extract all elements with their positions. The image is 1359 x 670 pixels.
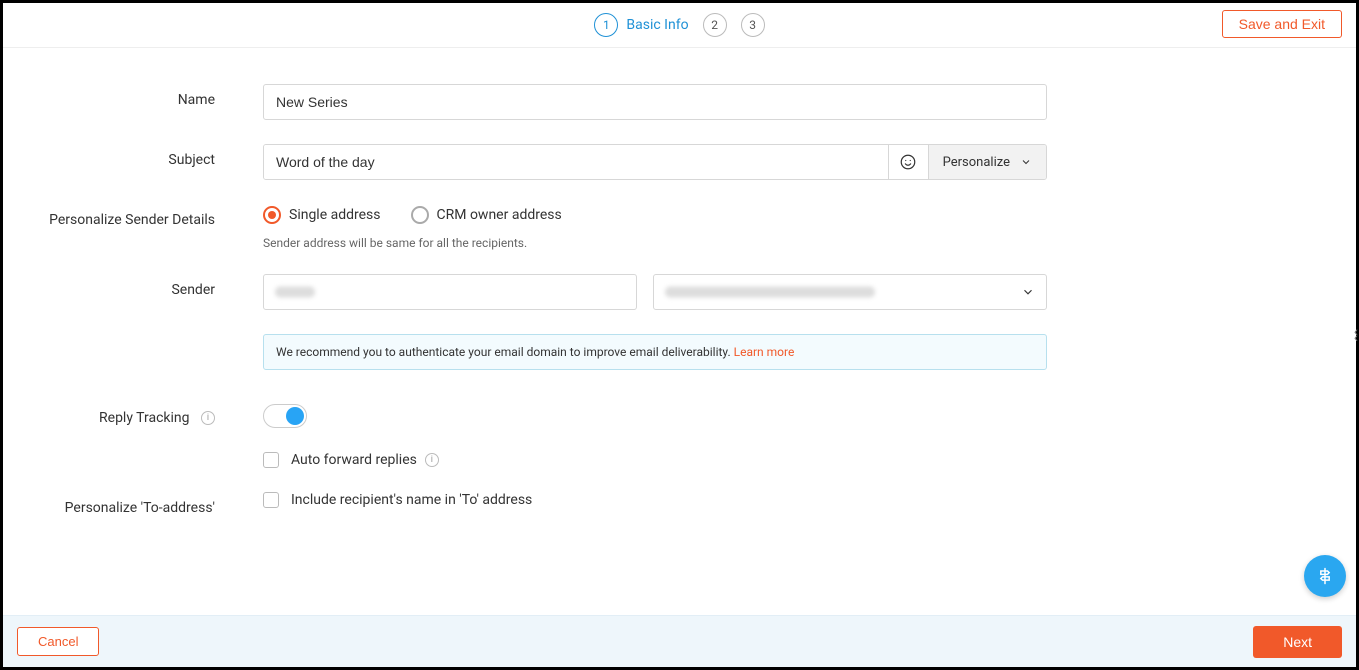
row-name: Name bbox=[3, 84, 1356, 120]
emoji-icon[interactable] bbox=[888, 145, 928, 179]
redacted-mask bbox=[665, 287, 875, 298]
include-recipient-checkbox[interactable] bbox=[263, 492, 279, 508]
next-button[interactable]: Next bbox=[1253, 626, 1342, 658]
name-input[interactable] bbox=[263, 84, 1047, 120]
form-main: Name Subject bbox=[3, 48, 1356, 615]
label-sender: Sender bbox=[3, 274, 263, 298]
step-1-circle: 1 bbox=[594, 13, 618, 37]
radio-single-label: Single address bbox=[289, 207, 381, 223]
wizard-steps: 1 Basic Info 2 3 bbox=[594, 13, 764, 37]
cancel-button[interactable]: Cancel bbox=[17, 627, 99, 656]
personalize-label: Personalize bbox=[943, 155, 1010, 170]
row-reply-tracking: Reply Tracking i bbox=[3, 402, 1356, 428]
step-1-label: Basic Info bbox=[626, 17, 688, 33]
wizard-footer: Cancel Next bbox=[3, 615, 1356, 667]
personalize-dropdown[interactable]: Personalize bbox=[928, 145, 1046, 179]
row-auto-forward: Auto forward replies i bbox=[3, 452, 1356, 468]
wizard-step-3[interactable]: 3 bbox=[741, 13, 765, 37]
reply-tracking-text: Reply Tracking bbox=[99, 410, 190, 426]
auto-forward-checkbox[interactable] bbox=[263, 452, 279, 468]
label-to-address: Personalize 'To-address' bbox=[3, 492, 263, 516]
save-and-exit-button[interactable]: Save and Exit bbox=[1222, 10, 1342, 38]
banner-text: We recommend you to authenticate your em… bbox=[276, 345, 734, 359]
wizard-header: 1 Basic Info 2 3 Save and Exit bbox=[3, 3, 1356, 48]
include-recipient-label: Include recipient's name in 'To' address bbox=[291, 492, 532, 508]
wizard-step-1[interactable]: 1 Basic Info bbox=[594, 13, 688, 37]
label-subject: Subject bbox=[3, 144, 263, 168]
sender-name-wrap bbox=[263, 274, 637, 310]
radio-icon bbox=[411, 206, 429, 224]
info-icon[interactable]: i bbox=[201, 411, 215, 425]
radio-crm-owner[interactable]: CRM owner address bbox=[411, 206, 562, 224]
row-sender: Sender bbox=[3, 274, 1356, 310]
label-name: Name bbox=[3, 84, 263, 108]
subject-input[interactable] bbox=[264, 145, 888, 179]
label-reply-tracking: Reply Tracking i bbox=[3, 402, 263, 426]
row-sender-details: Personalize Sender Details Single addres… bbox=[3, 204, 1356, 250]
reply-tracking-toggle[interactable] bbox=[263, 404, 307, 428]
wizard-step-2[interactable]: 2 bbox=[703, 13, 727, 37]
sender-email-wrap bbox=[653, 274, 1047, 310]
info-icon[interactable]: i bbox=[425, 453, 439, 467]
domain-auth-banner: We recommend you to authenticate your em… bbox=[263, 334, 1047, 370]
row-subject: Subject Personalize bbox=[3, 144, 1356, 180]
sender-name-input[interactable] bbox=[263, 274, 637, 310]
label-sender-details: Personalize Sender Details bbox=[3, 204, 263, 228]
toggle-knob bbox=[286, 407, 304, 425]
sender-details-helper: Sender address will be same for all the … bbox=[263, 236, 1047, 250]
subject-group: Personalize bbox=[263, 144, 1047, 180]
resize-handle-icon[interactable]: ‹‹ bbox=[1354, 329, 1358, 341]
radio-single-address[interactable]: Single address bbox=[263, 206, 381, 224]
learn-more-link[interactable]: Learn more bbox=[734, 345, 795, 359]
auto-forward-label: Auto forward replies bbox=[291, 452, 417, 468]
signpost-icon bbox=[1315, 566, 1335, 586]
row-banner: We recommend you to authenticate your em… bbox=[3, 334, 1356, 370]
radio-icon bbox=[263, 206, 281, 224]
chevron-down-icon bbox=[1020, 156, 1032, 168]
sender-radio-group: Single address CRM owner address bbox=[263, 204, 1047, 224]
redacted-mask bbox=[275, 287, 315, 298]
row-to-address: Personalize 'To-address' Include recipie… bbox=[3, 492, 1356, 516]
radio-crm-label: CRM owner address bbox=[437, 207, 562, 223]
help-chat-button[interactable] bbox=[1304, 555, 1346, 597]
